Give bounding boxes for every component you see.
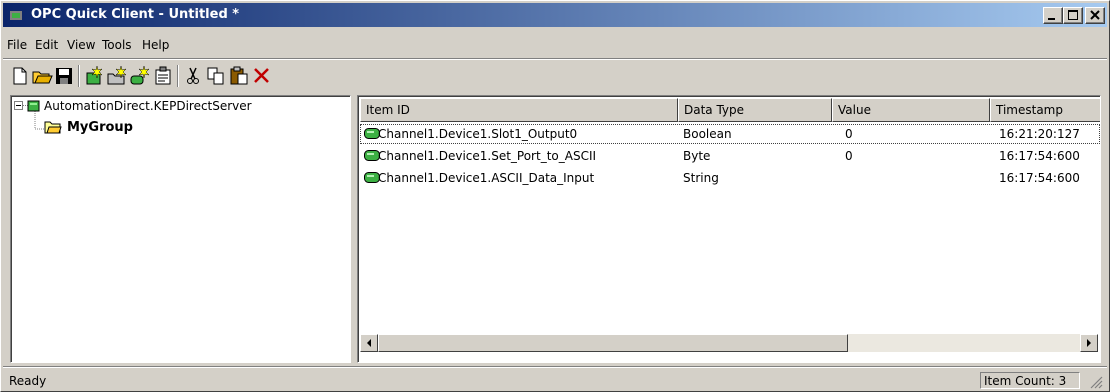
copy-button[interactable] bbox=[205, 65, 227, 87]
maximize-button[interactable] bbox=[1063, 7, 1083, 24]
new-item-button[interactable] bbox=[129, 65, 151, 87]
data-type-cell: Byte bbox=[683, 149, 711, 163]
status-text: Ready bbox=[9, 374, 47, 388]
open-folder-icon bbox=[32, 71, 53, 84]
status-separator bbox=[3, 366, 1107, 368]
arrow-left-icon bbox=[367, 339, 371, 347]
scroll-right-button[interactable] bbox=[1080, 334, 1098, 352]
open-button[interactable] bbox=[31, 65, 53, 87]
value-cell: 0 bbox=[845, 149, 853, 163]
status-bar: Ready Item Count: 3 bbox=[3, 369, 1107, 391]
save-button[interactable] bbox=[53, 65, 75, 87]
new-server-icon bbox=[86, 65, 103, 85]
menu-file[interactable]: File bbox=[7, 38, 27, 52]
table-row[interactable]: Channel1.Device1.ASCII_Data_Input String… bbox=[360, 168, 1100, 188]
item-id-cell: Channel1.Device1.Set_Port_to_ASCII bbox=[378, 149, 597, 163]
menu-tools[interactable]: Tools bbox=[102, 38, 132, 52]
arrow-right-icon bbox=[1087, 339, 1091, 347]
minimize-button[interactable] bbox=[1043, 7, 1063, 24]
menu-bar: File Edit View Tools Help bbox=[3, 35, 1107, 57]
new-button[interactable] bbox=[9, 65, 31, 87]
item-list[interactable]: Item ID Data Type Value Timestamp Channe… bbox=[357, 95, 1101, 363]
new-server-button[interactable] bbox=[83, 65, 105, 87]
menu-help[interactable]: Help bbox=[142, 38, 169, 52]
cut-button[interactable] bbox=[182, 65, 204, 87]
close-icon bbox=[1090, 10, 1100, 20]
value-cell: 0 bbox=[845, 127, 853, 141]
window-title: OPC Quick Client - Untitled * bbox=[31, 7, 240, 22]
timestamp-cell: 16:17:54:600 bbox=[999, 171, 1080, 185]
timestamp-cell: 16:21:20:127 bbox=[999, 127, 1080, 141]
maximize-icon bbox=[1068, 10, 1078, 20]
column-header-value[interactable]: Value bbox=[832, 98, 990, 122]
server-tree[interactable]: AutomationDirect.KEPDirectServer MyGroup bbox=[10, 95, 351, 363]
close-button[interactable] bbox=[1085, 7, 1105, 24]
save-icon bbox=[56, 68, 72, 84]
paste-icon bbox=[230, 66, 248, 85]
item-id-cell: Channel1.Device1.Slot1_Output0 bbox=[378, 127, 578, 141]
delete-button[interactable] bbox=[251, 65, 273, 87]
paste-button[interactable] bbox=[228, 65, 250, 87]
application-window: OPC Quick Client - Untitled * File Edit … bbox=[0, 0, 1110, 392]
data-type-cell: String bbox=[683, 171, 719, 185]
new-icon bbox=[13, 67, 27, 85]
column-header-data-type[interactable]: Data Type bbox=[678, 98, 832, 122]
menu-view[interactable]: View bbox=[67, 38, 95, 52]
copy-icon bbox=[207, 67, 224, 85]
title-bar[interactable]: OPC Quick Client - Untitled * bbox=[3, 3, 1107, 27]
tree-group-label[interactable]: MyGroup bbox=[67, 120, 133, 135]
toolbar-separator bbox=[177, 65, 179, 87]
data-type-cell: Boolean bbox=[683, 127, 732, 141]
column-header-timestamp[interactable]: Timestamp bbox=[990, 98, 1100, 122]
table-row[interactable]: Channel1.Device1.Set_Port_to_ASCII Byte … bbox=[360, 146, 1100, 166]
timestamp-cell: 16:17:54:600 bbox=[999, 149, 1080, 163]
properties-button[interactable] bbox=[152, 65, 174, 87]
cut-icon bbox=[187, 67, 199, 84]
delete-icon bbox=[254, 68, 269, 83]
new-item-icon bbox=[130, 65, 150, 85]
scrollbar-thumb[interactable] bbox=[378, 334, 848, 352]
tree-server-label[interactable]: AutomationDirect.KEPDirectServer bbox=[44, 99, 252, 113]
toolbar bbox=[3, 60, 1107, 90]
app-icon bbox=[10, 11, 22, 20]
new-group-button[interactable] bbox=[106, 65, 128, 87]
scroll-left-button[interactable] bbox=[360, 334, 378, 352]
properties-icon bbox=[155, 66, 171, 85]
menu-edit[interactable]: Edit bbox=[35, 38, 58, 52]
table-row[interactable]: Channel1.Device1.Slot1_Output0 Boolean 0… bbox=[360, 124, 1100, 144]
minimize-icon bbox=[1048, 18, 1055, 20]
server-icon bbox=[27, 100, 40, 112]
resize-grip-icon[interactable] bbox=[1089, 375, 1103, 389]
item-id-cell: Channel1.Device1.ASCII_Data_Input bbox=[378, 171, 595, 185]
horizontal-scrollbar[interactable] bbox=[360, 334, 1098, 352]
item-count-panel: Item Count: 3 bbox=[980, 372, 1080, 389]
toolbar-separator bbox=[78, 65, 80, 87]
column-header-item-id[interactable]: Item ID bbox=[360, 98, 678, 122]
new-group-icon bbox=[107, 65, 127, 85]
group-folder-icon bbox=[44, 121, 62, 134]
